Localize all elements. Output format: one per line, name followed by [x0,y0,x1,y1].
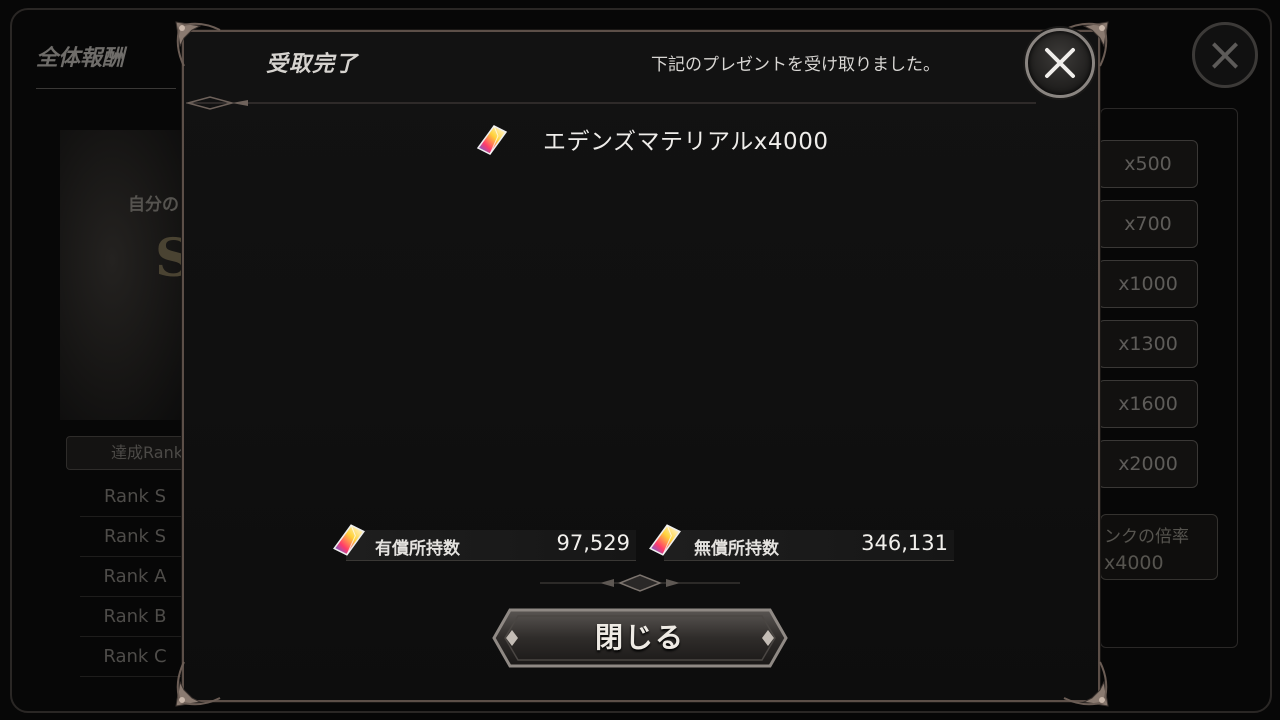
close-x-icon [1045,48,1075,78]
reward-button: x2000 [1098,440,1198,488]
free-currency-value: 346,131 [861,531,948,555]
reward-button: x700 [1098,200,1198,248]
header-divider [186,96,1036,110]
corner-ornament-icon [175,21,221,67]
dialog-title: 受取完了 [266,52,359,77]
reward-button: x1600 [1098,380,1198,428]
rainbow-crystal-icon [649,524,681,556]
background-title-divider [36,88,176,89]
rank-row: Rank S [80,478,190,517]
dialog-message: 下記のプレゼントを受け取りました。 [651,55,940,75]
corner-ornament-icon [1063,661,1109,707]
close-button-label: 閉じる [594,621,685,654]
rank-row: Rank S [80,518,190,557]
background-close-icon: × [1192,22,1258,88]
rank-row: Rank A [80,558,190,597]
free-currency-label: 無償所持数 [694,539,779,559]
reward-button: x1000 [1098,260,1198,308]
multiplier-value: x4000 [1104,552,1164,574]
dialog-close-button[interactable] [1025,28,1095,98]
corner-ornament-icon [175,661,221,707]
reward-button: x500 [1098,140,1198,188]
paid-currency-value: 97,529 [556,531,630,555]
rank-row: Rank B [80,598,190,637]
rainbow-crystal-icon [476,125,508,155]
paid-currency-label: 有償所持数 [375,539,460,559]
reward-button: x1300 [1098,320,1198,368]
background-title: 全体報酬 [36,46,125,71]
rainbow-crystal-icon [333,524,365,556]
rank-tab-header: 達成Rank [66,436,188,470]
multiplier-label: ンクの倍率 [1104,527,1189,547]
divider-ornament [540,574,740,592]
reward-item-text: エデンズマテリアルx4000 [543,129,829,155]
close-button[interactable]: 閉じる [492,608,788,668]
